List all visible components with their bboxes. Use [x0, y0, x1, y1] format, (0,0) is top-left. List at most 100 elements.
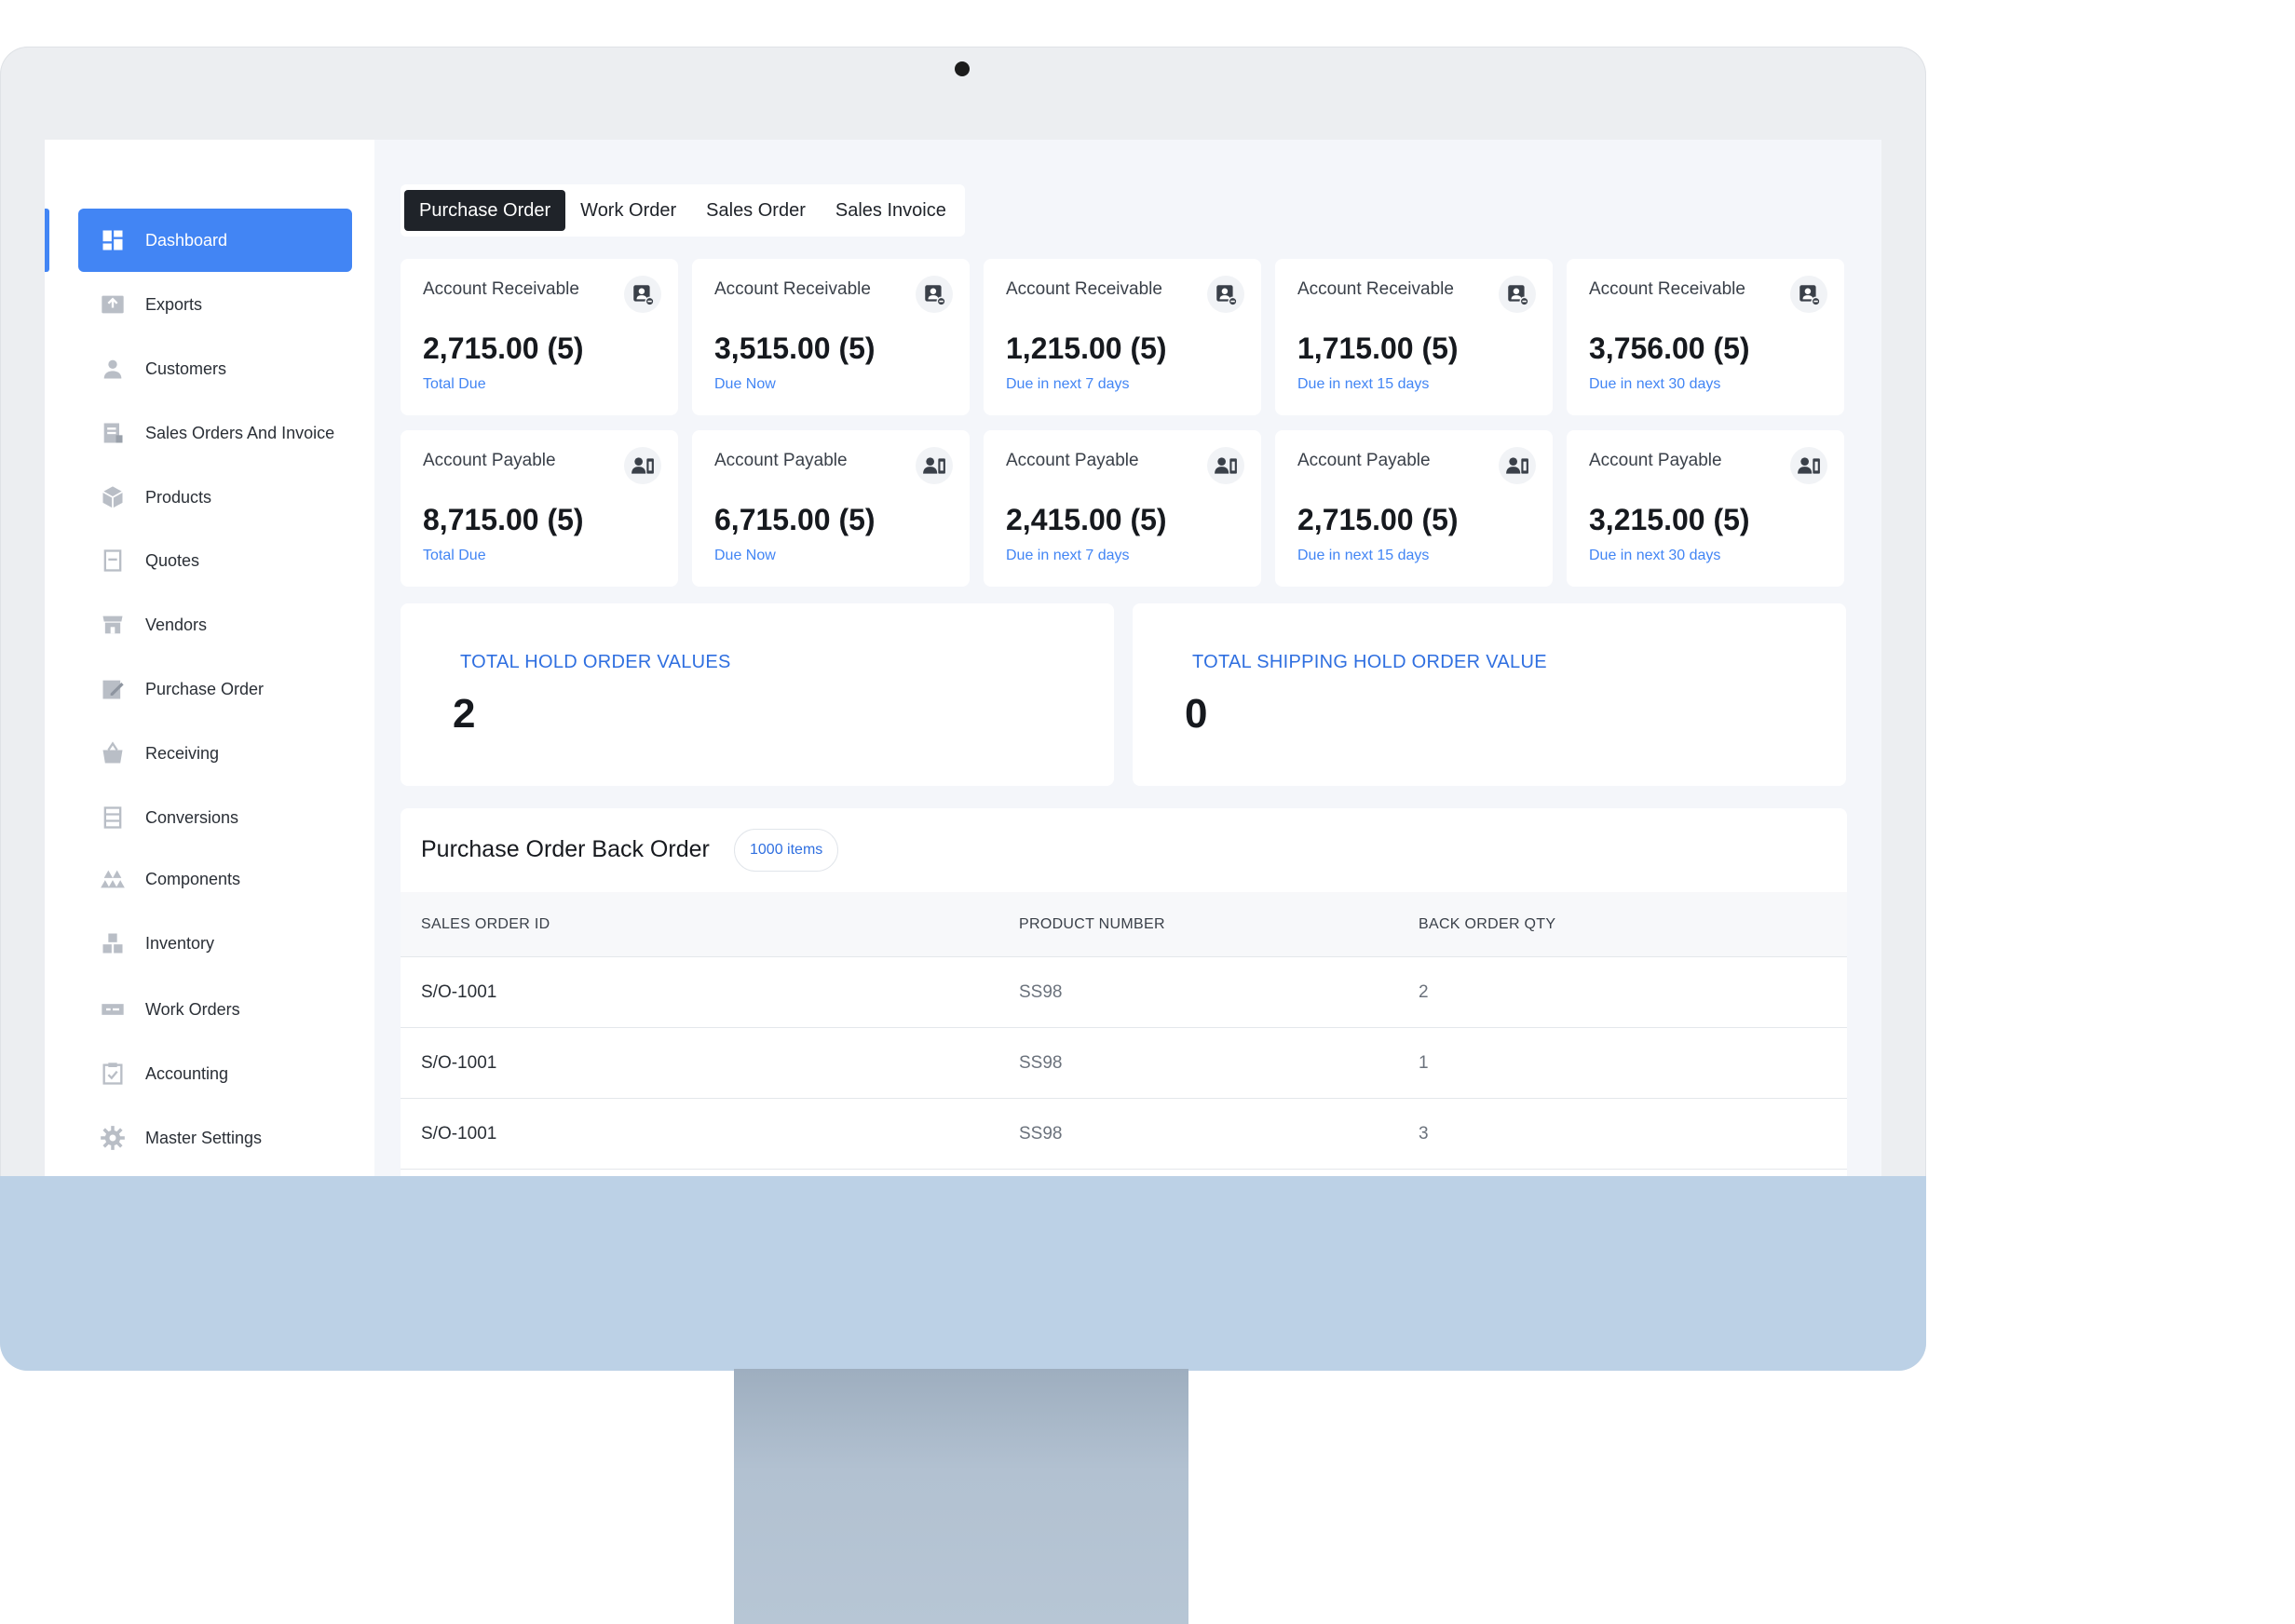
card-subtitle: Due in next 30 days [1589, 376, 1721, 392]
card-title: Account Payable [1297, 451, 1431, 470]
sidebar-item-label: Vendors [145, 615, 208, 634]
hold-label: TOTAL SHIPPING HOLD ORDER VALUE [1192, 652, 1547, 672]
table-row[interactable]: S/O-1001 SS98 2 [401, 957, 1847, 1028]
sidebar-item-work-orders[interactable]: Work Orders [78, 978, 352, 1041]
hold-label: TOTAL HOLD ORDER VALUES [460, 652, 731, 672]
card-title: Account Receivable [1589, 279, 1745, 299]
card-value: 1,215.00 (5) [1006, 332, 1167, 365]
payable-icon [624, 447, 661, 484]
sidebar-item-label: Components [145, 869, 241, 888]
sidebar-item-receiving[interactable]: Receiving [78, 722, 352, 785]
work-orders-icon [99, 996, 127, 1022]
sales-order-id-cell: S/O-1001 [421, 1124, 497, 1144]
column-header-product-number[interactable]: PRODUCT NUMBER [1019, 916, 1165, 933]
receivable-icon [624, 276, 661, 313]
card-title: Account Receivable [1297, 279, 1454, 299]
order-tabs: Purchase Order Work Order Sales Order Sa… [401, 184, 965, 237]
card-subtitle: Total Due [423, 376, 486, 392]
tab-purchase-order[interactable]: Purchase Order [404, 190, 566, 231]
payable-card[interactable]: Account Payable 8,715.00 (5) Total Due [401, 430, 678, 587]
table-column-headers: SALES ORDER ID PRODUCT NUMBER BACK ORDER… [401, 892, 1847, 957]
back-order-qty-cell: 2 [1419, 982, 1429, 1002]
sidebar-item-label: Dashboard [145, 230, 228, 250]
table-header: Purchase Order Back Order 1000 items [401, 808, 1847, 892]
tab-sales-invoice[interactable]: Sales Invoice [821, 190, 961, 231]
sidebar-item-customers[interactable]: Customers [78, 337, 352, 400]
active-indicator [45, 209, 49, 272]
card-subtitle: Due in next 7 days [1006, 376, 1130, 392]
hold-value: 2 [453, 691, 476, 737]
sidebar-item-label: Work Orders [145, 999, 240, 1019]
customers-icon [99, 356, 127, 382]
column-header-sales-order-id[interactable]: SALES ORDER ID [421, 916, 550, 933]
products-icon [99, 484, 127, 510]
sidebar-item-purchase-order[interactable]: Purchase Order [78, 657, 352, 721]
tab-sales-order[interactable]: Sales Order [691, 190, 821, 231]
table-title: Purchase Order Back Order [421, 836, 710, 862]
card-subtitle: Due in next 15 days [1297, 548, 1430, 563]
vendors-icon [99, 612, 127, 638]
purchase-order-icon [99, 676, 127, 702]
column-header-back-order-qty[interactable]: BACK ORDER QTY [1419, 916, 1555, 933]
exports-icon [99, 291, 127, 318]
monitor-frame: Dashboard Exports Customers Sales Orders… [0, 47, 1926, 1371]
sidebar-item-vendors[interactable]: Vendors [78, 593, 352, 656]
receivable-icon [916, 276, 953, 313]
sidebar-item-components[interactable]: Components [78, 847, 352, 911]
sidebar-item-label: Quotes [145, 550, 200, 570]
receivable-card[interactable]: Account Receivable 1,715.00 (5) Due in n… [1275, 259, 1553, 415]
items-count-badge: 1000 items [734, 829, 839, 872]
sidebar-item-master-settings[interactable]: Master Settings [78, 1106, 352, 1170]
sidebar-item-inventory[interactable]: Inventory [78, 912, 352, 975]
receivable-card[interactable]: Account Receivable 3,756.00 (5) Due in n… [1567, 259, 1844, 415]
sidebar-item-label: Inventory [145, 933, 215, 953]
payable-card[interactable]: Account Payable 6,715.00 (5) Due Now [692, 430, 970, 587]
card-title: Account Payable [714, 451, 848, 470]
sidebar-item-dashboard[interactable]: Dashboard [78, 209, 352, 272]
sidebar-item-label: Receiving [145, 743, 220, 763]
components-icon [99, 866, 127, 892]
card-subtitle: Due Now [714, 376, 776, 392]
receivable-card[interactable]: Account Receivable 3,515.00 (5) Due Now [692, 259, 970, 415]
payable-card[interactable]: Account Payable 2,715.00 (5) Due in next… [1275, 430, 1553, 587]
card-subtitle: Due in next 7 days [1006, 548, 1130, 563]
inventory-icon [99, 930, 127, 956]
sidebar-item-quotes[interactable]: Quotes [78, 529, 352, 592]
sidebar-item-exports[interactable]: Exports [78, 273, 352, 336]
product-number-cell: SS98 [1019, 1053, 1063, 1073]
sidebar: Dashboard Exports Customers Sales Orders… [45, 140, 374, 1176]
card-title: Account Receivable [714, 279, 871, 299]
sidebar-item-label: Purchase Order [145, 679, 265, 698]
card-subtitle: Due Now [714, 548, 776, 563]
sidebar-item-products[interactable]: Products [78, 466, 352, 529]
sidebar-item-label: Exports [145, 294, 203, 314]
payable-icon [1790, 447, 1827, 484]
receivable-card[interactable]: Account Receivable 1,215.00 (5) Due in n… [984, 259, 1261, 415]
table-row[interactable]: S/O-1001 SS98 1 [401, 1028, 1847, 1099]
card-subtitle: Due in next 15 days [1297, 376, 1430, 392]
dashboard-icon [99, 227, 127, 253]
receivable-icon [1790, 276, 1827, 313]
card-value: 2,415.00 (5) [1006, 503, 1167, 536]
back-order-qty-cell: 1 [1419, 1053, 1429, 1073]
monitor-chin [0, 1176, 1926, 1371]
payable-icon [916, 447, 953, 484]
card-title: Account Receivable [1006, 279, 1162, 299]
card-value: 3,756.00 (5) [1589, 332, 1750, 365]
card-value: 6,715.00 (5) [714, 503, 876, 536]
sidebar-item-label: Accounting [145, 1063, 229, 1083]
tab-work-order[interactable]: Work Order [565, 190, 691, 231]
table-row[interactable]: S/O-1001 SS98 3 [401, 1099, 1847, 1170]
receivable-icon [1499, 276, 1536, 313]
payable-card[interactable]: Account Payable 2,415.00 (5) Due in next… [984, 430, 1261, 587]
sidebar-item-sales-orders-invoice[interactable]: Sales Orders And Invoice [78, 401, 352, 465]
sidebar-item-accounting[interactable]: Accounting [78, 1042, 352, 1105]
sidebar-item-label: Master Settings [145, 1128, 263, 1147]
receivable-card[interactable]: Account Receivable 2,715.00 (5) Total Du… [401, 259, 678, 415]
sidebar-item-conversions[interactable]: Conversions [78, 786, 352, 849]
card-value: 1,715.00 (5) [1297, 332, 1459, 365]
total-hold-order-card: TOTAL HOLD ORDER VALUES 2 [401, 603, 1114, 786]
sales-order-id-cell: S/O-1001 [421, 1053, 497, 1073]
payable-card[interactable]: Account Payable 3,215.00 (5) Due in next… [1567, 430, 1844, 587]
sidebar-item-label: Customers [145, 359, 227, 378]
